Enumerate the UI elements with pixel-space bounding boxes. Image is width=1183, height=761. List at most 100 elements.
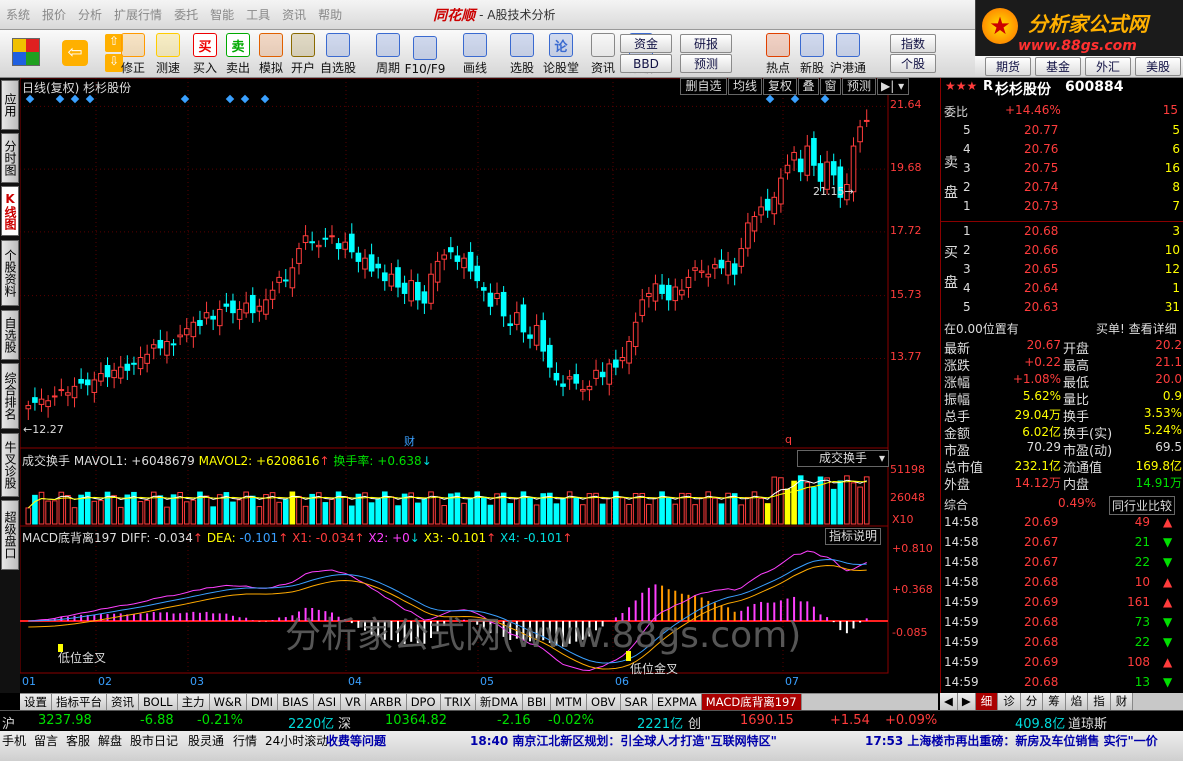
layout-grid-icon[interactable] [12,38,40,66]
tick-row[interactable]: 14:59 20.68 22 ▼ [941,635,1183,652]
right-tab-3[interactable]: 筹 [1043,693,1066,710]
indicator-tab-12[interactable]: TRIX [440,694,476,711]
bid-row[interactable]: 4 20.64 1 [941,281,1183,298]
bid-row[interactable]: 1 20.68 3 [941,224,1183,241]
tick-row[interactable]: 14:58 20.67 22 ▼ [941,555,1183,572]
indicator-tab-1[interactable]: 指标平台 [52,694,107,711]
toolbar-button-16[interactable]: 沪港通 [829,32,867,76]
indicator-tab-2[interactable]: 资讯 [107,694,139,711]
event-diamond-8[interactable] [765,94,775,104]
indicator-tab-8[interactable]: ASI [313,694,342,711]
event-diamond-9[interactable] [790,94,800,104]
status-item-5[interactable]: 股灵通 [188,732,224,749]
toolbar-button-11[interactable]: 论论股堂 [542,32,580,76]
ask-row[interactable]: 2 20.74 8 [941,180,1183,197]
status-item-7[interactable]: 24小时滚动 [265,732,328,749]
indicator-tab-7[interactable]: BIAS [278,694,314,711]
toolbar-button-7[interactable]: 周期 [369,32,407,76]
position-note-row[interactable]: 在0.00位置有 买单! 查看详细 [941,320,1183,337]
position-detail-link[interactable]: 买单! 查看详细 [1096,320,1177,337]
right-tab-0[interactable]: 细 [975,693,999,710]
toolbar-button-5[interactable]: 开户 [284,32,322,76]
tick-row[interactable]: 14:59 20.69 161 ▲ [941,595,1183,612]
right-tab-6[interactable]: 财 [1110,693,1134,710]
kline-button-0[interactable]: 删自选 [680,78,727,95]
indicator-tab-17[interactable]: SAR [620,694,653,711]
side-tab-4[interactable]: 自选股 [1,310,19,360]
tick-row[interactable]: 14:59 20.68 73 ▼ [941,615,1183,632]
tick-row[interactable]: 14:58 20.68 10 ▲ [941,575,1183,592]
indicator-tab-11[interactable]: DPO [406,694,441,711]
volume-indicator-dropdown[interactable]: 成交换手 ▾ [797,450,889,467]
kline-button-5[interactable]: 预测 [842,78,876,95]
right-tab-1[interactable]: 诊 [998,693,1021,710]
tick-row[interactable]: 14:58 20.67 21 ▼ [941,535,1183,552]
kline-chart-area[interactable]: 日线(复权) 杉杉股份 删自选 均线 复权叠窗预测 ▶| ▾ 21.15→ ←12.2… [20,78,938,693]
toolbar-right-6[interactable]: 外汇 [1085,57,1131,76]
menu-item-7[interactable]: 资讯 [276,6,312,23]
event-mark-finance[interactable]: 财 [404,433,415,449]
kline-button-4[interactable]: 窗 [820,78,841,95]
toolbar-right-5[interactable]: 基金 [1035,57,1081,76]
side-tab-7[interactable]: 超级盘口 [1,500,19,570]
ask-row[interactable]: 1 20.73 7 [941,199,1183,216]
indicator-tab-14[interactable]: BBI [523,694,552,711]
menu-item-3[interactable]: 扩展行情 [108,6,168,23]
toolbar-right-4[interactable]: 期货 [985,57,1031,76]
toolbar-small-3[interactable]: 预测 [680,54,732,73]
toolbar-right-7[interactable]: 美股 [1135,57,1181,76]
toolbar-right-0[interactable]: 指数 [890,34,936,53]
menu-item-8[interactable]: 帮助 [312,6,348,23]
kline-nav-arrow-icon[interactable]: ▶| ▾ [877,78,909,95]
right-tab-5[interactable]: 指 [1088,693,1111,710]
event-mark-q[interactable]: q [785,433,792,446]
back-arrow-icon[interactable]: ⇦ [62,40,88,66]
status-item-2[interactable]: 客服 [66,732,90,749]
tick-row[interactable]: 14:58 20.69 49 ▲ [941,515,1183,532]
kline-button-1[interactable]: 均线 [728,78,762,95]
toolbar-button-8[interactable]: F10/F9 [405,32,445,76]
status-item-4[interactable]: 股市日记 [130,732,178,749]
toolbar-small-2[interactable]: BBD [620,54,672,73]
tab-scroll-left-icon[interactable]: ◀ [940,693,958,710]
ask-row[interactable]: 4 20.76 6 [941,142,1183,159]
tab-scroll-right-icon[interactable]: ▶ [957,693,976,710]
menu-item-6[interactable]: 工具 [240,6,276,23]
news-ticker-3[interactable]: 17:53 上海楼市再出重磅：新房及车位销售 实行"一价 [865,732,1158,749]
side-tab-0[interactable]: 应用 [1,80,19,130]
indicator-tab-10[interactable]: ARBR [365,694,407,711]
status-item-0[interactable]: 手机 [2,732,26,749]
toolbar-button-6[interactable]: 自选股 [319,32,357,76]
tick-row[interactable]: 14:59 20.69 108 ▲ [941,655,1183,672]
indicator-tab-19[interactable]: MACD底背离197 [701,694,802,711]
toolbar-button-9[interactable]: 画线 [456,32,494,76]
right-tab-4[interactable]: 焰 [1065,693,1089,710]
toolbar-button-1[interactable]: 测速 [149,32,187,76]
kline-button-2[interactable]: 复权 [763,78,797,95]
kline-button-3[interactable]: 叠 [798,78,819,95]
ask-row[interactable]: 3 20.75 16 [941,161,1183,178]
status-item-3[interactable]: 解盘 [98,732,122,749]
news-ticker-1[interactable]: 收费等问题 [326,732,386,749]
indicator-tab-13[interactable]: 新DMA [475,694,523,711]
event-diamond-6[interactable] [240,94,250,104]
indicator-tab-9[interactable]: VR [341,694,366,711]
menu-item-0[interactable]: 系统 [0,6,36,23]
indicator-tab-18[interactable]: EXPMA [652,694,702,711]
toolbar-button-10[interactable]: 选股 [503,32,541,76]
indicator-tab-15[interactable]: MTM [551,694,588,711]
bid-row[interactable]: 3 20.65 12 [941,262,1183,279]
side-tab-5[interactable]: 综合排名 [1,363,19,429]
toolbar-button-15[interactable]: 新股 [793,32,831,76]
bid-row[interactable]: 5 20.63 31 [941,300,1183,317]
menu-item-2[interactable]: 分析 [72,6,108,23]
industry-compare-button[interactable]: 同行业比较 [1109,496,1176,515]
event-diamond-2[interactable] [70,94,80,104]
indicator-tab-6[interactable]: DMI [246,694,279,711]
menu-item-1[interactable]: 报价 [36,6,72,23]
indicator-tab-5[interactable]: W&R [209,694,247,711]
menu-item-5[interactable]: 智能 [204,6,240,23]
toolbar-small-1[interactable]: 研报 [680,34,732,53]
tick-row[interactable]: 14:59 20.68 13 ▼ [941,675,1183,692]
dowjones-label[interactable]: 道琼斯 [1068,713,1107,732]
